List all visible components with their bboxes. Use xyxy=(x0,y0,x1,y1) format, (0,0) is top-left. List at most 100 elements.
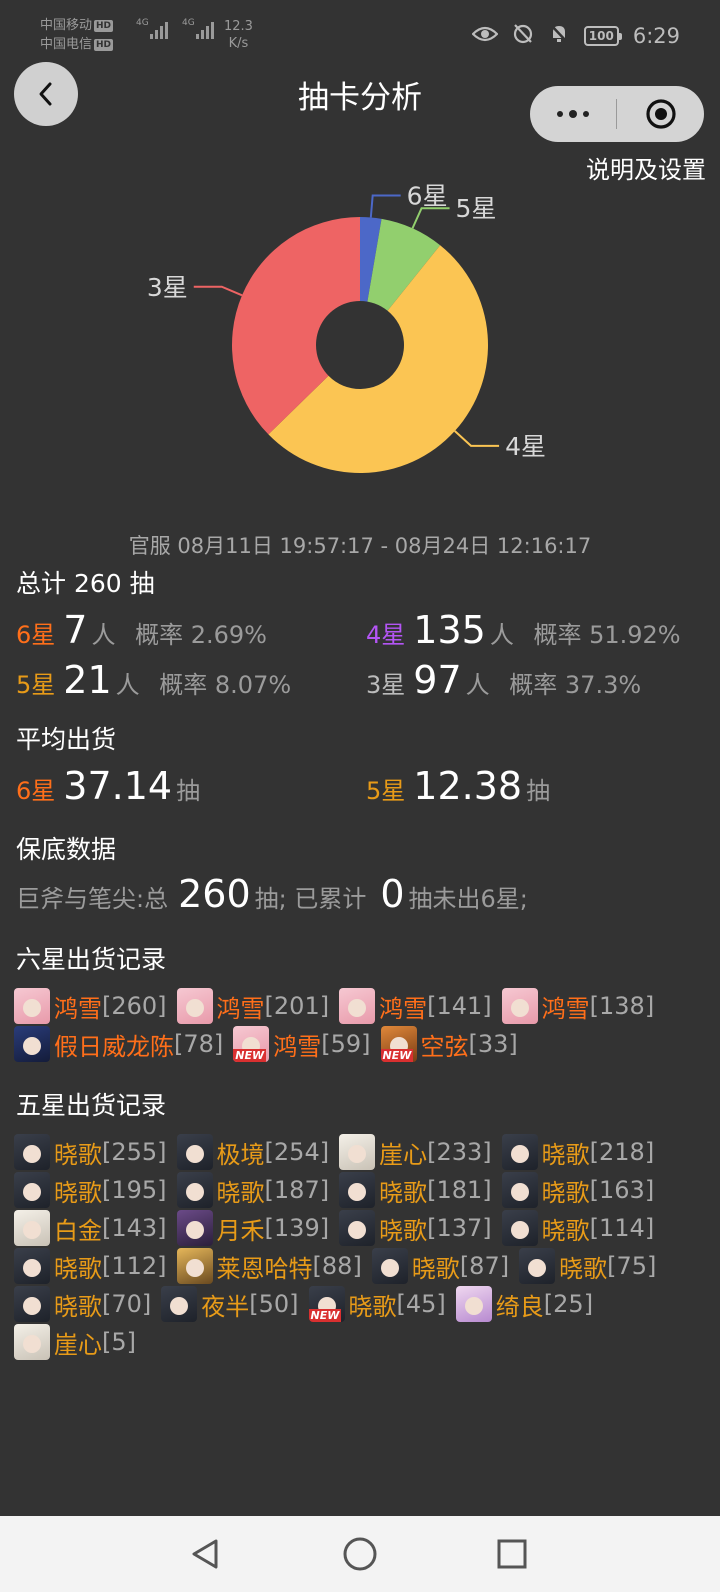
operator-avatar xyxy=(14,1210,50,1246)
five-star-records-row: 晓歌 [195] 晓歌 [187] 晓歌 [181] 晓歌 [163] xyxy=(14,1172,654,1208)
operator-avatar xyxy=(14,988,50,1024)
operator-name: 晓歌 xyxy=(54,1292,102,1321)
close-mini-program-button[interactable] xyxy=(617,98,704,130)
pity-mid: 抽; 已累计 xyxy=(254,885,367,913)
pull-count: [137] xyxy=(427,1214,492,1242)
record-item: 夜半 [50] xyxy=(161,1286,299,1322)
eye-icon xyxy=(471,24,499,48)
rate-text: 概率 37.3% xyxy=(509,671,642,699)
record-item: 晓歌 [255] xyxy=(14,1134,167,1170)
operator-name: 晓歌 xyxy=(541,1140,590,1169)
record-item: 绮良 [25] xyxy=(455,1286,593,1322)
operator-avatar xyxy=(339,1172,376,1208)
pull-count: [138] xyxy=(589,992,655,1020)
operator-name: 晓歌 xyxy=(54,1254,102,1283)
star-label: 6星 xyxy=(16,777,56,805)
rate-text: 概率 8.07% xyxy=(159,671,292,699)
operator-avatar: NEW xyxy=(380,1026,417,1062)
count-value: 21 xyxy=(63,658,112,702)
record-item: 晓歌 [112] xyxy=(14,1248,167,1284)
operator-avatar xyxy=(339,988,376,1024)
more-button[interactable] xyxy=(530,110,616,118)
hd-badge: HD xyxy=(94,20,114,32)
five-star-average: 5星 12.38 抽 xyxy=(366,764,550,808)
average-heading: 平均出货 xyxy=(16,725,117,754)
carrier-2: 中国电信 xyxy=(40,37,93,52)
signal-icon: 4G xyxy=(136,18,168,39)
dot xyxy=(557,111,563,117)
star-distribution-donut-chart: 6星 5星 4星 3星 xyxy=(147,182,546,473)
pull-count: [5] xyxy=(102,1328,136,1356)
operator-avatar xyxy=(176,1172,213,1208)
operator-avatar xyxy=(501,1172,538,1208)
leader-line-5星 xyxy=(411,207,450,229)
pull-count: [141] xyxy=(427,992,492,1020)
count-unit: 人 xyxy=(115,671,140,699)
clock: 6:29 xyxy=(632,23,680,48)
operator-name: 崖心 xyxy=(54,1330,102,1359)
record-item: 白金 [143] xyxy=(14,1210,167,1246)
pull-count: [187] xyxy=(264,1176,330,1204)
speed-unit: K/s xyxy=(228,36,249,51)
operator-avatar: NEW xyxy=(308,1286,345,1322)
operator-avatar xyxy=(14,1026,50,1062)
record-item: 鸿雪 [260] xyxy=(14,988,167,1024)
count-unit: 人 xyxy=(465,671,490,699)
star-label: 5星 xyxy=(16,671,56,699)
pull-count: [33] xyxy=(468,1030,518,1058)
operator-name: 夜半 xyxy=(201,1292,250,1321)
operator-name: 晓歌 xyxy=(54,1140,102,1169)
new-badge: NEW xyxy=(380,1049,414,1062)
record-item: 晓歌 [181] xyxy=(339,1172,492,1208)
record-item: 晓歌 [114] xyxy=(501,1210,655,1246)
average-unit: 抽 xyxy=(526,777,551,805)
record-item: 假日威龙陈 [78] xyxy=(14,1026,223,1062)
nav-back-icon[interactable] xyxy=(188,1536,224,1572)
record-item: 晓歌 [70] xyxy=(14,1286,151,1322)
operator-name: 崖心 xyxy=(379,1140,428,1169)
pull-count: [260] xyxy=(102,992,167,1020)
star-label: 3星 xyxy=(366,671,406,699)
pull-count: [70] xyxy=(102,1290,152,1318)
pull-count: [45] xyxy=(396,1290,446,1318)
operator-name: 莱恩哈特 xyxy=(216,1254,313,1283)
pull-count: [114] xyxy=(589,1214,655,1242)
nav-home-icon[interactable] xyxy=(342,1536,378,1572)
record-item: 莱恩哈特 [88] xyxy=(176,1248,362,1284)
record-item: 崖心 [233] xyxy=(339,1134,492,1170)
record-item: 晓歌 [87] xyxy=(371,1248,510,1284)
operator-avatar: NEW xyxy=(233,1026,270,1062)
six-star-records-row: 鸿雪 [260] 鸿雪 [201] 鸿雪 [141] 鸿雪 [138] xyxy=(14,988,654,1024)
pull-count: [87] xyxy=(459,1252,510,1280)
five-star-records-row: 晓歌 [255] 极境 [254] 崖心 [233] 晓歌 [218] xyxy=(14,1134,654,1170)
target-icon xyxy=(645,99,676,129)
average-unit: 抽 xyxy=(176,777,201,805)
operator-avatar xyxy=(176,988,213,1024)
six-star-average: 6星 37.14 抽 xyxy=(16,764,200,808)
carrier-1: 中国移动 xyxy=(40,18,93,33)
operator-avatar xyxy=(519,1248,556,1284)
pity-heading: 保底数据 xyxy=(16,835,117,864)
operator-avatar xyxy=(501,1210,538,1246)
operator-name: 晓歌 xyxy=(216,1178,265,1207)
nav-recents-icon[interactable] xyxy=(494,1536,530,1572)
pull-count: [255] xyxy=(102,1138,167,1166)
operator-name: 鸿雪 xyxy=(54,994,102,1023)
average-value: 12.38 xyxy=(413,764,523,808)
star-label: 5星 xyxy=(366,777,406,805)
battery-icon: 100 xyxy=(583,25,622,46)
slice-label-5星: 5星 xyxy=(456,194,497,223)
operator-name: 假日威龙陈 xyxy=(54,1032,174,1061)
operator-name: 晓歌 xyxy=(541,1178,590,1207)
operator-avatar xyxy=(176,1134,213,1170)
operator-avatar xyxy=(339,1134,376,1170)
status-bar: 中国移动 HD 中国电信 HD 4G 4G 12.3 K/s 100 6:29 xyxy=(0,0,720,56)
operator-name: 晓歌 xyxy=(559,1254,608,1283)
pull-count: [139] xyxy=(264,1214,330,1242)
record-item: 晓歌 [163] xyxy=(501,1172,654,1208)
count-value: 7 xyxy=(63,608,88,652)
dot xyxy=(583,111,589,117)
rate-text: 概率 51.92% xyxy=(533,621,681,649)
five-star-stat: 5星 21 人 概率 8.07% xyxy=(16,658,291,702)
slice-label-4星: 4星 xyxy=(505,432,546,461)
